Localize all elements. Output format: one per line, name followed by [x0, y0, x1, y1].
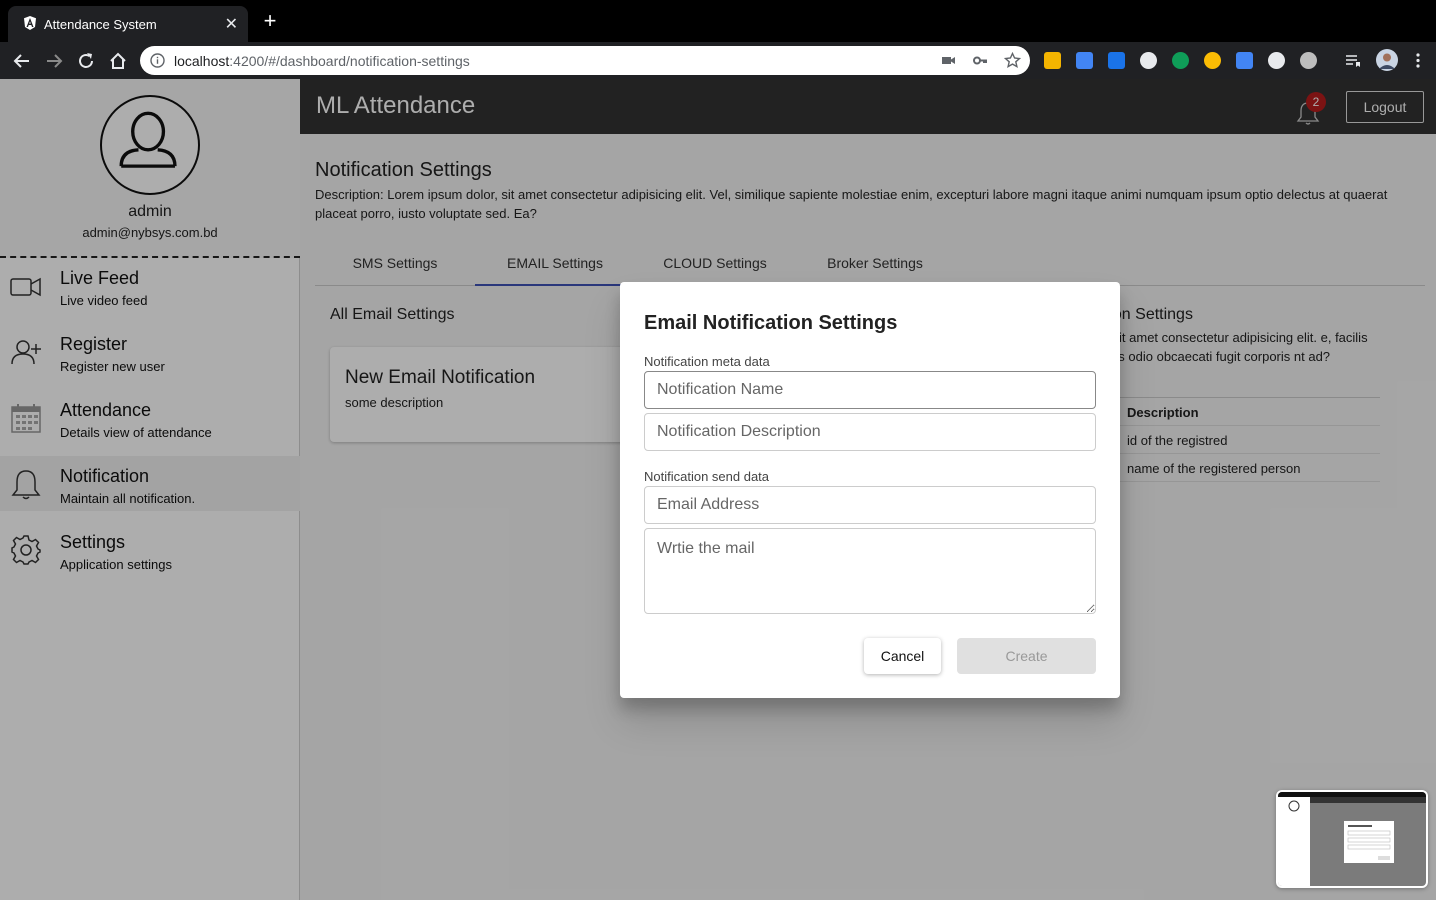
browser-titlebar: Attendance System ✕ + [0, 0, 1436, 42]
notification-description-input[interactable] [644, 413, 1096, 451]
url-path: :4200/#/dashboard/notification-settings [229, 53, 470, 69]
menu-icon[interactable] [1410, 52, 1426, 69]
mail-body-textarea[interactable] [644, 528, 1096, 614]
dialog-title: Email Notification Settings [644, 312, 898, 334]
reading-list-icon[interactable] [1344, 52, 1361, 69]
address-bar[interactable]: localhost:4200/#/dashboard/notification-… [140, 46, 1030, 75]
extension-green-circle-icon[interactable] [1172, 52, 1189, 69]
cancel-button[interactable]: Cancel [864, 638, 941, 674]
back-icon[interactable] [12, 51, 32, 71]
bookmark-star-icon[interactable] [1004, 52, 1021, 69]
meta-data-label: Notification meta data [644, 354, 770, 369]
url-text: localhost:4200/#/dashboard/notification-… [174, 53, 470, 69]
key-icon[interactable] [972, 52, 989, 69]
email-notification-dialog: Email Notification Settings Notification… [620, 282, 1120, 698]
browser-tab[interactable]: Attendance System ✕ [8, 6, 248, 42]
extension-s-icon[interactable] [1108, 52, 1125, 69]
extension-ball-icon[interactable] [1268, 52, 1285, 69]
notification-name-input[interactable] [644, 371, 1096, 409]
new-tab-icon[interactable]: + [260, 10, 280, 32]
create-button[interactable]: Create [957, 638, 1096, 674]
extension-yellow-c-icon[interactable] [1204, 52, 1221, 69]
extension-grey-icon[interactable] [1300, 52, 1317, 69]
preview-image [1278, 792, 1426, 886]
extension-notes-icon[interactable] [1044, 52, 1061, 69]
screen-preview-thumbnail[interactable] [1276, 790, 1428, 888]
home-icon[interactable] [108, 51, 128, 71]
extension-react-icon[interactable] [1140, 52, 1157, 69]
camera-icon[interactable] [940, 52, 957, 69]
site-info-icon[interactable] [150, 53, 165, 68]
tab-title: Attendance System [44, 17, 157, 32]
browser-toolbar: localhost:4200/#/dashboard/notification-… [0, 42, 1436, 79]
reload-icon[interactable] [76, 51, 96, 71]
extension-blue-icon[interactable] [1236, 52, 1253, 69]
tab-close-icon[interactable]: ✕ [225, 14, 238, 34]
extension-translate-icon[interactable] [1076, 52, 1093, 69]
forward-icon[interactable] [44, 51, 64, 71]
url-host: localhost [174, 53, 230, 69]
profile-avatar-icon[interactable] [1376, 49, 1398, 71]
send-data-label: Notification send data [644, 469, 770, 484]
email-address-input[interactable] [644, 486, 1096, 524]
angular-icon [24, 16, 36, 30]
